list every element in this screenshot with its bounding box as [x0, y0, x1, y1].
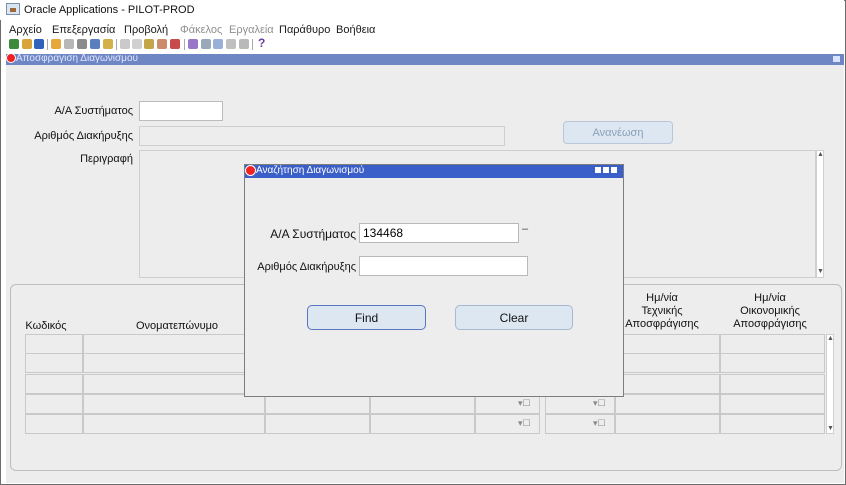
minimize-icon[interactable] [595, 167, 601, 173]
grid-cell[interactable] [83, 394, 265, 414]
announcement-number-field[interactable] [139, 126, 505, 146]
save-icon[interactable] [64, 39, 74, 49]
menu-help[interactable]: Βοήθεια [336, 24, 375, 36]
oracle-form-icon [245, 165, 256, 176]
col-header-econ-date-3: Αποσφράγισης [733, 318, 807, 330]
new-icon[interactable] [9, 39, 19, 49]
checkbox-icon[interactable]: ▾☐ [518, 398, 531, 409]
search-dialog [244, 164, 624, 397]
grid-cell[interactable] [720, 353, 825, 373]
grid-cell[interactable] [83, 334, 265, 354]
system-id-label: Α/Α Συστήματος [54, 105, 133, 117]
col-header-name: Ονοματεπώνυμο [135, 320, 219, 332]
checkbox-icon[interactable]: ▾☐ [593, 398, 606, 409]
menu-window[interactable]: Παράθυρο [279, 24, 330, 36]
description-scrollbar[interactable] [816, 150, 824, 278]
print-icon[interactable] [77, 39, 87, 49]
folder-tools-icon[interactable] [239, 39, 249, 49]
grid-cell[interactable] [615, 414, 720, 434]
grid-scroll-down-icon[interactable]: ▼ [827, 425, 834, 432]
grid-cell[interactable] [370, 394, 475, 414]
checkbox-icon[interactable]: ▾☐ [593, 418, 606, 429]
dialog-announcement-label: Αριθμός Διακήρυξης [257, 261, 356, 273]
delete-record-icon[interactable] [170, 39, 180, 49]
grid-cell[interactable] [720, 374, 825, 394]
navigator-icon[interactable] [34, 39, 44, 49]
grid-cell[interactable] [265, 394, 370, 414]
grid-cell[interactable] [83, 353, 265, 373]
translations-icon[interactable] [213, 39, 223, 49]
grid-scrollbar[interactable] [826, 334, 834, 434]
dialog-system-id-field[interactable]: 134468 [359, 223, 519, 243]
toolbar-separator [184, 39, 185, 50]
zoom-icon[interactable] [201, 39, 211, 49]
grid-cell[interactable] [370, 414, 475, 434]
system-id-field[interactable] [139, 101, 223, 121]
toolbar-separator [116, 39, 117, 50]
java-app-icon [6, 3, 20, 15]
grid-cell[interactable] [615, 353, 720, 373]
close-icon[interactable] [611, 167, 617, 173]
form-title: Αποσφράγιση Διαγωνισμού [16, 53, 138, 64]
col-header-code: Κωδικός [25, 320, 67, 332]
checkbox-icon[interactable]: ▾☐ [518, 418, 531, 429]
toolbar-separator [47, 39, 48, 50]
grid-cell[interactable] [25, 334, 83, 354]
dialog-system-id-label: Α/Α Συστήματος [270, 227, 356, 241]
grid-cell[interactable] [720, 414, 825, 434]
grid-cell[interactable] [25, 374, 83, 394]
description-label: Περιγραφή [80, 153, 133, 165]
lock-icon[interactable] [103, 39, 113, 49]
cut-icon[interactable] [120, 39, 130, 49]
grid-cell[interactable] [615, 334, 720, 354]
announcement-number-label: Αριθμός Διακήρυξης [34, 130, 133, 142]
menu-edit[interactable]: Επεξεργασία [52, 24, 115, 36]
search-dialog-title: Αναζήτηση Διαγωνισμού [256, 165, 365, 176]
menu-tools[interactable]: Εργαλεία [229, 24, 274, 36]
scroll-down-icon[interactable]: ▼ [817, 268, 824, 275]
maximize-icon[interactable] [603, 167, 609, 173]
grid-cell[interactable] [615, 374, 720, 394]
toolbar-separator [252, 39, 253, 50]
find-button[interactable]: Find [307, 305, 426, 330]
col-header-econ-date-1: Ημ/νία [754, 292, 786, 304]
oracle-form-icon [6, 53, 16, 63]
col-header-econ-date-2: Οικονομικής [740, 305, 800, 317]
menu-view[interactable]: Προβολή [124, 24, 168, 36]
edit-field-icon[interactable] [188, 39, 198, 49]
paste-icon[interactable] [144, 39, 154, 49]
lov-button[interactable]: – [522, 223, 528, 235]
grid-cell[interactable] [25, 414, 83, 434]
col-header-tech-date-1: Ημ/νία [646, 292, 678, 304]
scroll-up-icon[interactable]: ▲ [817, 151, 824, 158]
close-form-icon[interactable] [90, 39, 100, 49]
refresh-button[interactable]: Ανανέωση [563, 121, 673, 144]
grid-cell[interactable] [83, 414, 265, 434]
grid-cell[interactable] [720, 394, 825, 414]
grid-cell[interactable] [265, 414, 370, 434]
menu-file[interactable]: Αρχείο [9, 24, 42, 36]
attachments-icon[interactable] [226, 39, 236, 49]
col-header-tech-date-3: Αποσφράγισης [625, 318, 699, 330]
clear-button[interactable]: Clear [455, 305, 573, 330]
grid-cell[interactable] [720, 334, 825, 354]
find-icon[interactable] [22, 39, 32, 49]
form-window-controls-icon[interactable] [833, 56, 840, 62]
grid-cell[interactable] [25, 353, 83, 373]
grid-cell[interactable] [83, 374, 265, 394]
copy-icon[interactable] [132, 39, 142, 49]
col-header-tech-date-2: Τεχνικής [641, 305, 683, 317]
new-record-icon[interactable] [157, 39, 167, 49]
open-folder-icon[interactable] [51, 39, 61, 49]
help-icon[interactable]: ? [258, 36, 265, 50]
window-title: Oracle Applications - PILOT-PROD [24, 4, 195, 16]
grid-cell[interactable] [25, 394, 83, 414]
menu-folder[interactable]: Φάκελος [180, 24, 222, 36]
grid-cell[interactable] [615, 394, 720, 414]
dialog-announcement-field[interactable] [359, 256, 528, 276]
grid-scroll-up-icon[interactable]: ▲ [827, 335, 834, 342]
